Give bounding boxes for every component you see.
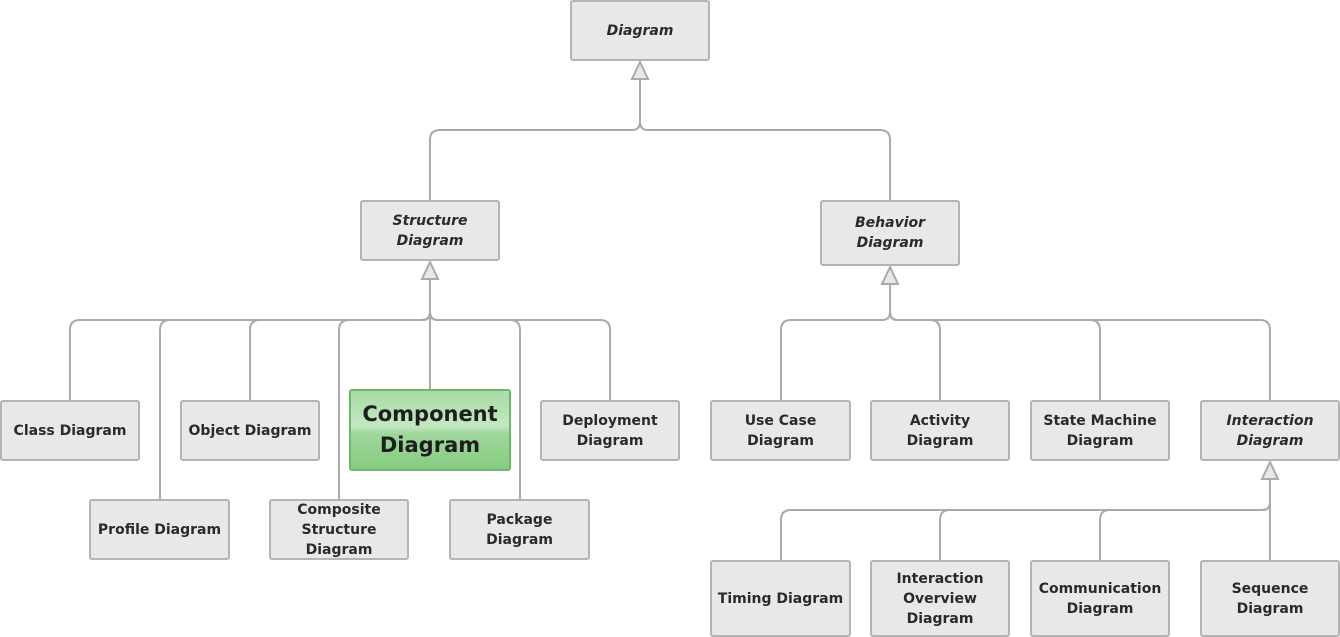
node-interaction-diagram[interactable]: Interaction Diagram (1200, 400, 1340, 461)
node-component-diagram[interactable]: Component Diagram (349, 389, 511, 471)
generalization-arrowhead-behavior (880, 264, 900, 285)
node-label: Structure Diagram (392, 212, 468, 249)
node-label: Diagram (606, 22, 674, 39)
node-label: Activity Diagram (906, 412, 974, 449)
node-interaction-overview-diagram[interactable]: Interaction Overview Diagram (870, 560, 1010, 637)
node-activity-diagram[interactable]: Activity Diagram (870, 400, 1010, 461)
generalization-arrowhead-diagram (630, 59, 650, 80)
node-label: Sequence Diagram (1231, 580, 1309, 617)
node-behavior-diagram[interactable]: Behavior Diagram (820, 200, 960, 266)
node-label: Object Diagram (188, 422, 312, 439)
node-object-diagram[interactable]: Object Diagram (180, 400, 320, 461)
connector-behavior-to-activity (889, 311, 941, 400)
node-label: Use Case Diagram (744, 412, 817, 449)
connector-diagram-to-behavior (639, 121, 891, 200)
generalization-arrowhead-structure (420, 259, 440, 280)
node-label: Class Diagram (13, 422, 127, 439)
connector-diagram-to-structure (429, 121, 641, 200)
node-structure-diagram[interactable]: Structure Diagram (360, 200, 500, 261)
connector-behavior-to-statemachine (889, 311, 1101, 400)
node-label: Composite Structure Diagram (297, 501, 381, 558)
node-deployment-diagram[interactable]: Deployment Diagram (540, 400, 680, 461)
node-package-diagram[interactable]: Package Diagram (449, 499, 590, 560)
node-label: Interaction Overview Diagram (896, 570, 984, 627)
node-sequence-diagram[interactable]: Sequence Diagram (1200, 560, 1340, 637)
node-diagram[interactable]: Diagram (570, 0, 710, 61)
node-state-machine-diagram[interactable]: State Machine Diagram (1030, 400, 1170, 461)
connector-interaction-to-communication (1099, 501, 1271, 560)
connector-behavior-to-usecase (780, 311, 891, 400)
generalization-arrowhead-interaction (1260, 459, 1280, 480)
node-label: Deployment Diagram (562, 412, 658, 449)
node-label: Component Diagram (362, 402, 498, 457)
node-label: Timing Diagram (717, 590, 844, 607)
node-label: Package Diagram (486, 511, 553, 548)
node-communication-diagram[interactable]: Communication Diagram (1030, 560, 1170, 637)
node-label: Behavior Diagram (854, 215, 926, 251)
connector-behavior-to-interaction (889, 311, 1271, 400)
node-class-diagram[interactable]: Class Diagram (0, 400, 140, 461)
node-timing-diagram[interactable]: Timing Diagram (710, 560, 851, 637)
node-label: Profile Diagram (97, 521, 222, 538)
node-composite-structure-diagram[interactable]: Composite Structure Diagram (269, 499, 409, 560)
uml-hierarchy-diagram: Diagram Structure Diagram Behavior Diagr… (0, 0, 1340, 637)
node-label: Interaction Diagram (1226, 412, 1314, 449)
node-label: State Machine Diagram (1043, 412, 1157, 449)
node-profile-diagram[interactable]: Profile Diagram (89, 499, 230, 560)
node-use-case-diagram[interactable]: Use Case Diagram (710, 400, 851, 461)
node-label: Communication Diagram (1038, 580, 1162, 617)
